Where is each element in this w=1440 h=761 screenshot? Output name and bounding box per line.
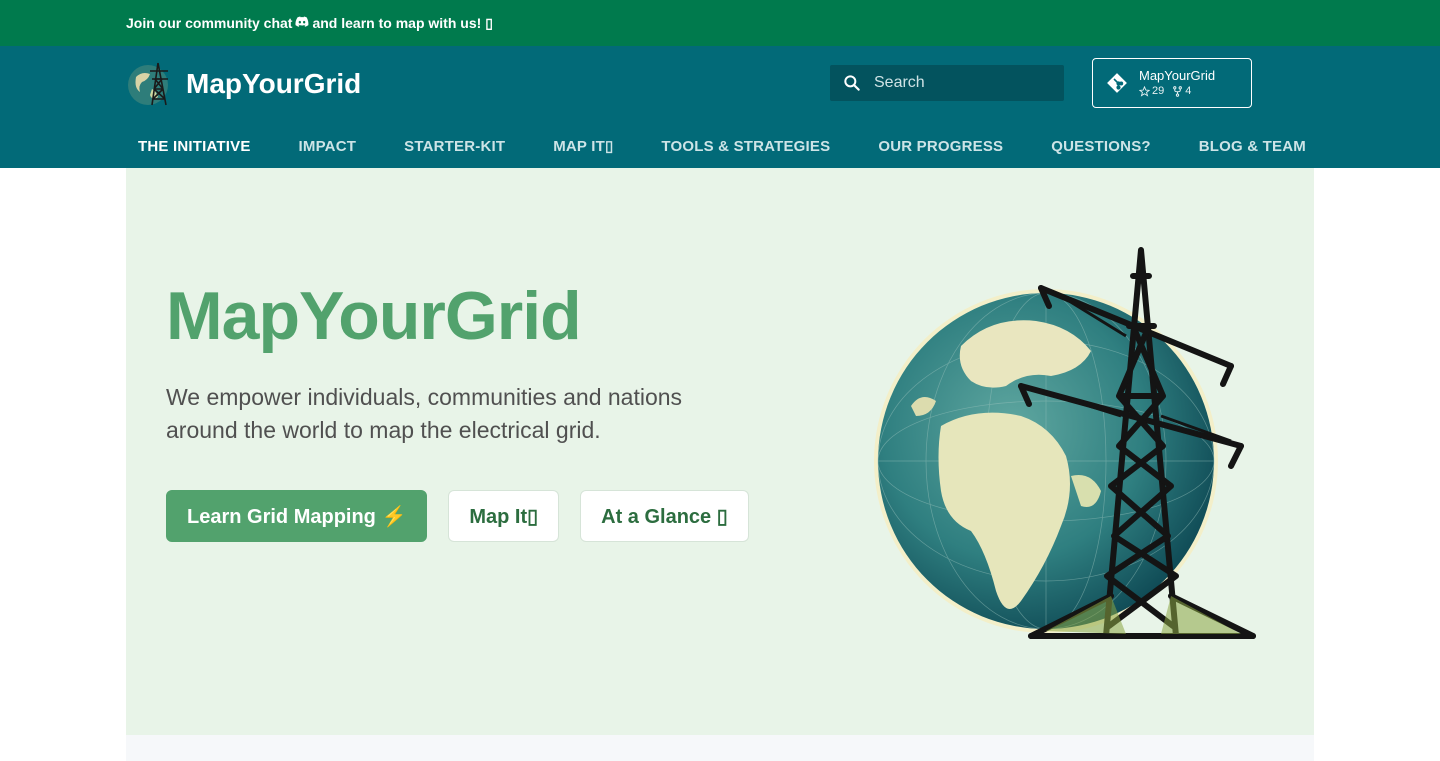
- announcement-bar: Join our community chat and learn to map…: [0, 0, 1440, 46]
- nav-item-map-it[interactable]: MAP IT▯: [541, 137, 625, 155]
- fork-icon: [1173, 85, 1183, 97]
- header-top: MapYourGrid MapYourGrid: [0, 46, 1440, 124]
- hero-buttons: Learn Grid Mapping ⚡ Map It▯ At a Glance…: [166, 490, 749, 542]
- repo-stats: 29 4: [1139, 84, 1215, 98]
- announcement-link-text[interactable]: and learn to map with us!: [312, 15, 481, 31]
- announcement-text: Join our community chat: [126, 15, 293, 31]
- git-icon: [1107, 73, 1127, 93]
- map-it-button[interactable]: Map It▯: [448, 490, 560, 542]
- hero-title: MapYourGrid: [166, 278, 582, 354]
- repo-stars: 29: [1139, 84, 1164, 98]
- repo-forks: 4: [1172, 84, 1191, 98]
- search-input[interactable]: [874, 74, 1054, 92]
- repo-text: MapYourGrid 29 4: [1139, 68, 1215, 98]
- at-a-glance-button[interactable]: At a Glance ▯: [580, 490, 749, 542]
- nav-item-impact[interactable]: IMPACT: [287, 138, 369, 155]
- next-section-strip: [126, 735, 1314, 761]
- discord-icon[interactable]: [295, 15, 309, 31]
- site-title[interactable]: MapYourGrid: [186, 66, 361, 102]
- nav-item-our-progress[interactable]: OUR PROGRESS: [866, 138, 1015, 155]
- nav-item-tools-strategies[interactable]: TOOLS & STRATEGIES: [649, 138, 842, 155]
- nav-item-starter-kit[interactable]: STARTER-KIT: [392, 138, 517, 155]
- globe-pylon-logo-icon[interactable]: [126, 59, 174, 107]
- search-box[interactable]: [830, 65, 1064, 101]
- repo-link[interactable]: MapYourGrid 29 4: [1092, 58, 1252, 108]
- star-icon: [1139, 85, 1150, 97]
- globe-power-tower-illustration: [871, 236, 1271, 646]
- learn-grid-mapping-button[interactable]: Learn Grid Mapping ⚡: [166, 490, 428, 542]
- repo-forks-count: 4: [1185, 85, 1192, 97]
- nav-item-the-initiative[interactable]: THE INITIATIVE: [126, 138, 263, 155]
- main-nav: THE INITIATIVE IMPACT STARTER-KIT MAP IT…: [126, 124, 1318, 168]
- nav-item-blog-team[interactable]: BLOG & TEAM: [1187, 138, 1318, 155]
- repo-stars-count: 29: [1152, 85, 1165, 97]
- repo-name: MapYourGrid: [1139, 68, 1216, 83]
- search-icon: [844, 75, 860, 91]
- announcement-trailing-glyph: ▯: [485, 14, 493, 31]
- hero-section: MapYourGrid We empower individuals, comm…: [126, 168, 1314, 735]
- site-header: MapYourGrid MapYourGrid: [0, 46, 1440, 168]
- hero-subtitle: We empower individuals, communities and …: [166, 384, 683, 443]
- nav-item-questions[interactable]: QUESTIONS?: [1039, 138, 1163, 155]
